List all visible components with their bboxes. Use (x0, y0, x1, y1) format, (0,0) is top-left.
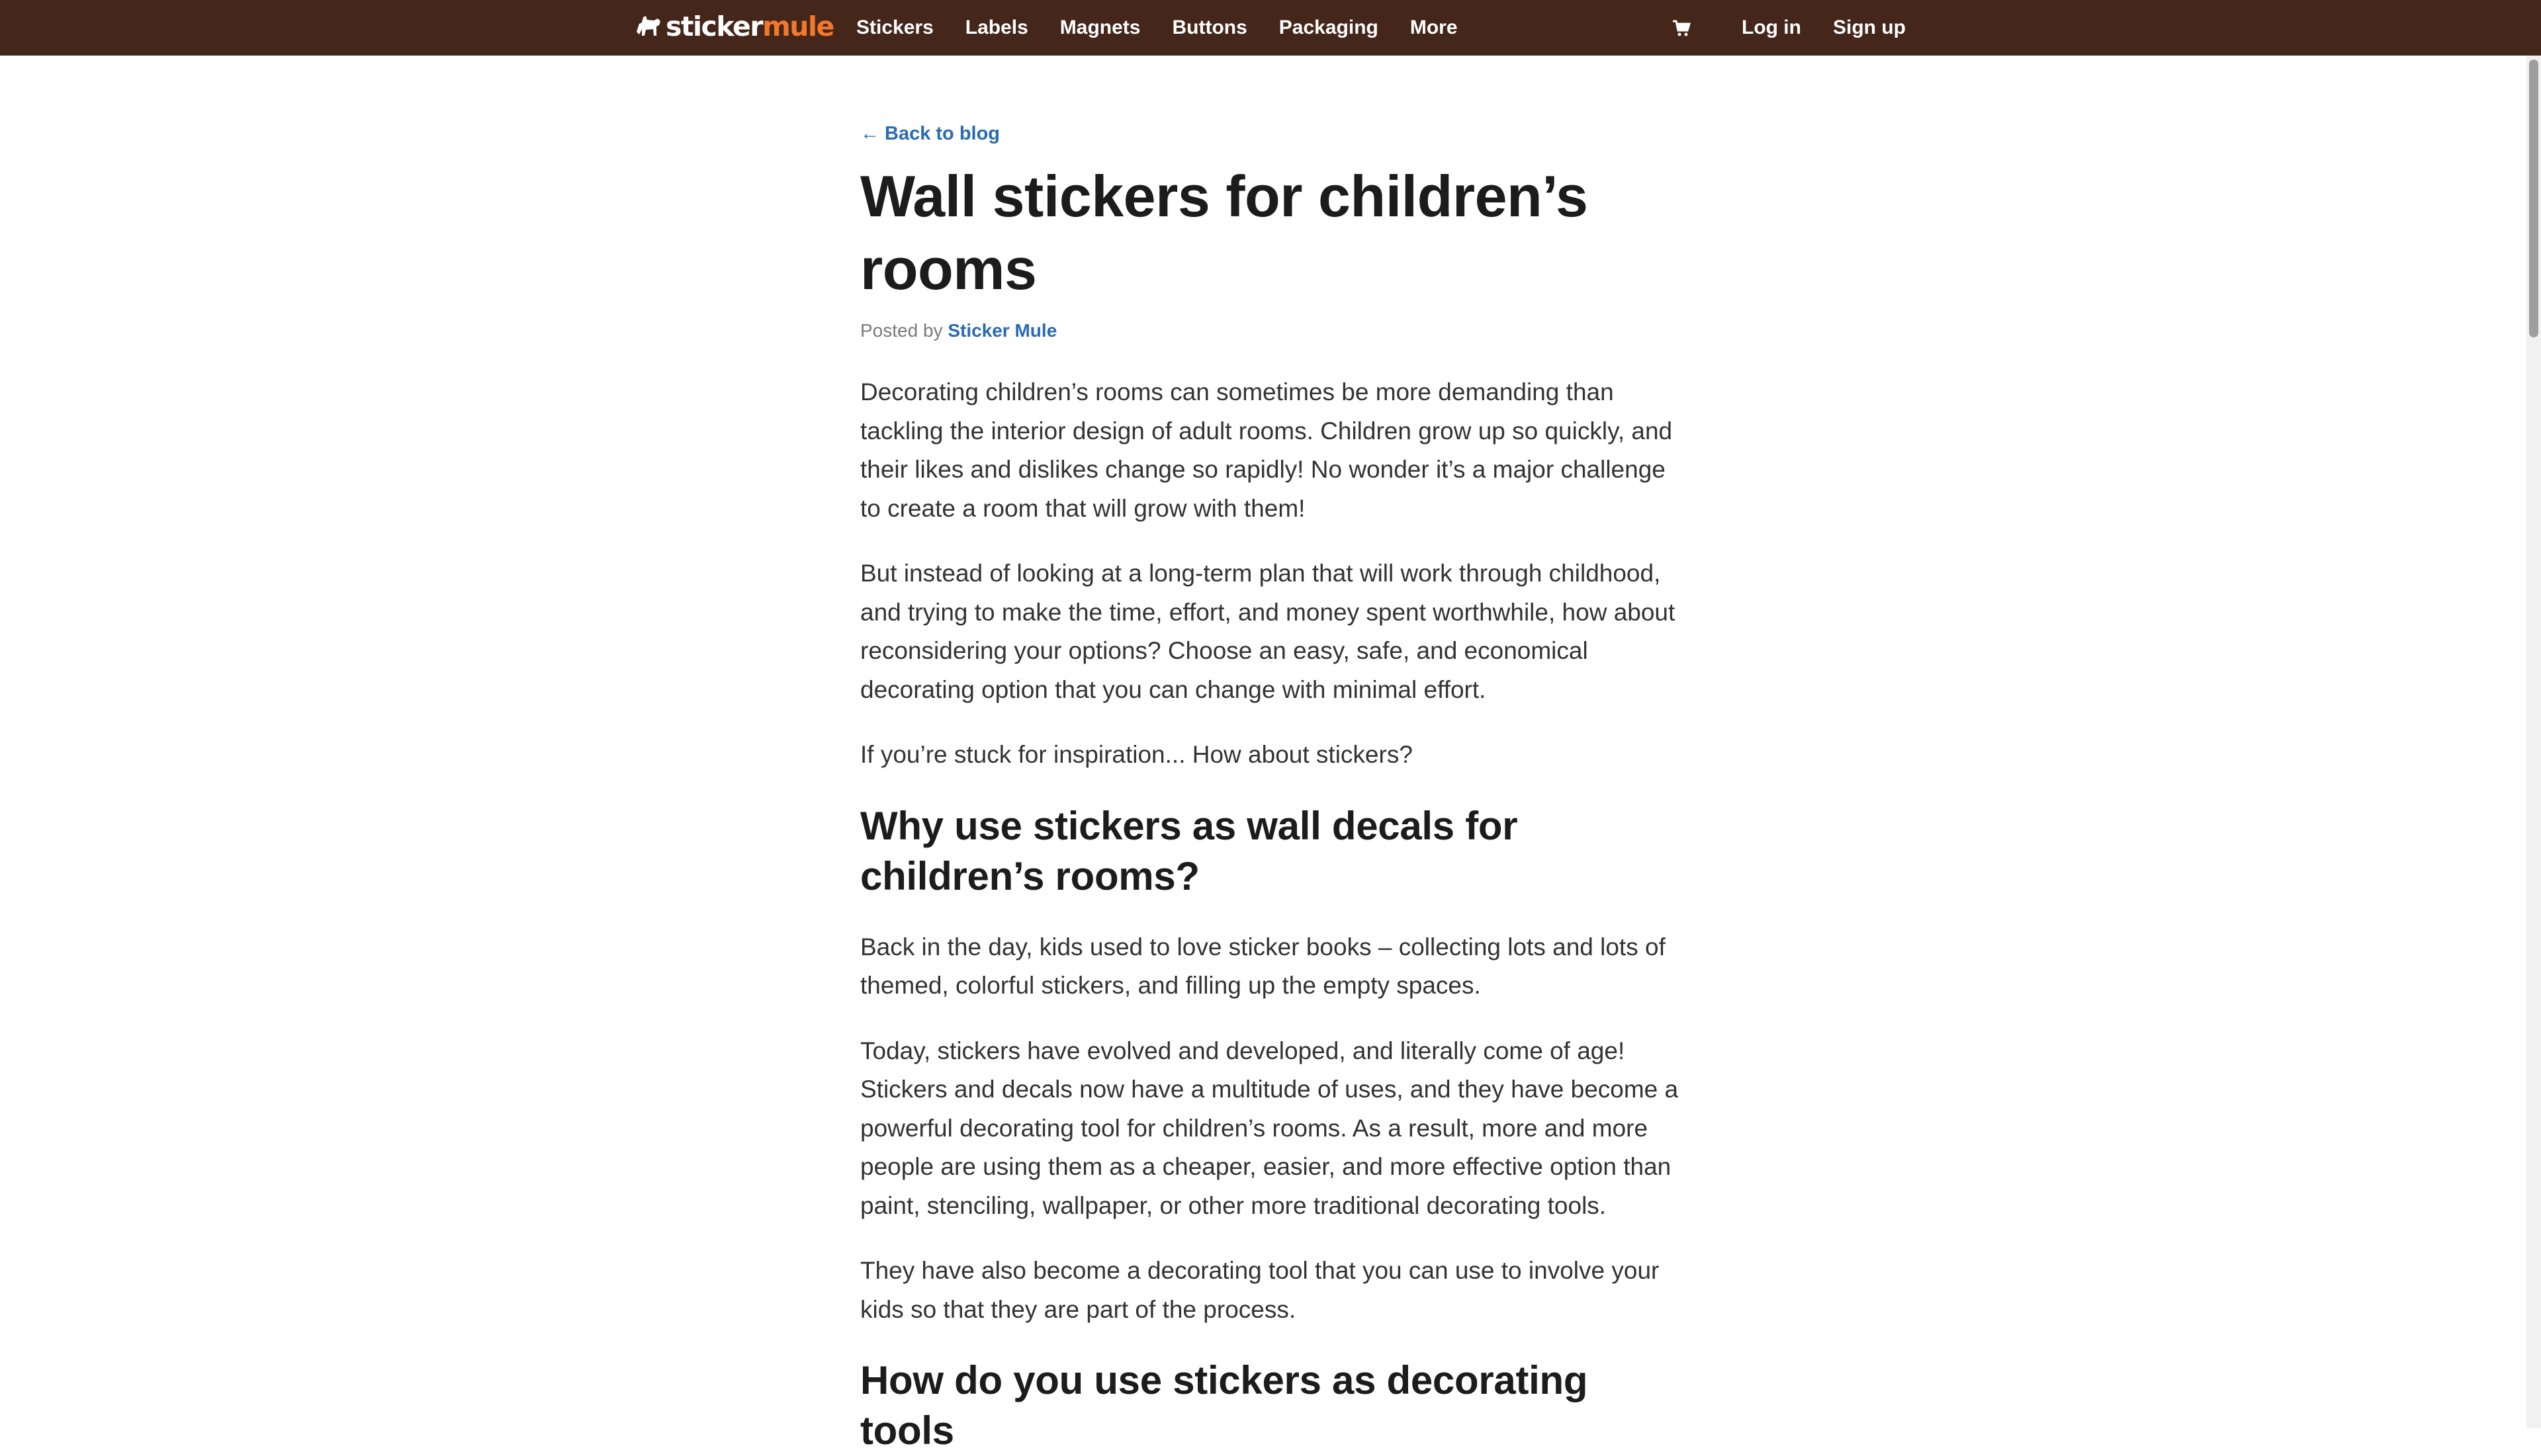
nav-account: Log in Sign up (1672, 0, 1906, 56)
paragraph: But instead of looking at a long-term pl… (860, 560, 1675, 703)
byline-prefix: Posted by (860, 320, 943, 341)
nav-buttons[interactable]: Buttons (1172, 17, 1247, 39)
mule-icon (637, 16, 660, 36)
section-heading: Why use stickers as wall decals for chil… (860, 803, 1518, 898)
arrow-left-icon: ← (860, 122, 879, 144)
signup-link[interactable]: Sign up (1833, 17, 1906, 39)
nav-more[interactable]: More (1410, 17, 1458, 39)
paragraph: Decorating children’s rooms can sometime… (860, 378, 1673, 522)
paragraph: Back in the day, kids used to love stick… (860, 933, 1666, 1000)
scrollbar-thumb[interactable] (2529, 60, 2538, 337)
logo-text: stickermule (666, 11, 834, 42)
login-link[interactable]: Log in (1742, 17, 1801, 39)
byline: Posted by Sticker Mule (860, 320, 1681, 347)
paragraph: Today, stickers have evolved and develop… (860, 1037, 1679, 1219)
page-scrollbar[interactable] (2526, 56, 2541, 1428)
author-link[interactable]: Sticker Mule (948, 320, 1057, 341)
section-heading: How do you use stickers as decorating to… (860, 1358, 1588, 1453)
logo-text-main: sticker (666, 11, 764, 42)
logo-text-accent: mule (762, 11, 834, 42)
back-to-blog-link[interactable]: ← Back to blog (860, 112, 1681, 155)
blog-article: ← Back to blog Wall stickers for childre… (860, 112, 1681, 1456)
sticker-mule-logo[interactable]: stickermule (634, 11, 834, 42)
nav-packaging[interactable]: Packaging (1279, 17, 1378, 39)
paragraph: They have also become a decorating tool … (860, 1257, 1660, 1323)
nav-magnets[interactable]: Magnets (1060, 17, 1141, 39)
cart-icon[interactable] (1672, 18, 1691, 38)
paragraph: If you’re stuck for inspiration... How a… (860, 741, 1413, 768)
article-title: Wall stickers for children’s rooms (860, 163, 1588, 302)
top-navbar: stickermule Stickers Labels Magnets Butt… (0, 0, 2541, 56)
main-nav: Stickers Labels Magnets Buttons Packagin… (856, 0, 1490, 56)
nav-stickers[interactable]: Stickers (856, 17, 934, 39)
back-to-blog-label: Back to blog (885, 122, 1001, 144)
nav-labels[interactable]: Labels (965, 17, 1028, 39)
navbar-inner: stickermule Stickers Labels Magnets Butt… (634, 0, 1906, 56)
